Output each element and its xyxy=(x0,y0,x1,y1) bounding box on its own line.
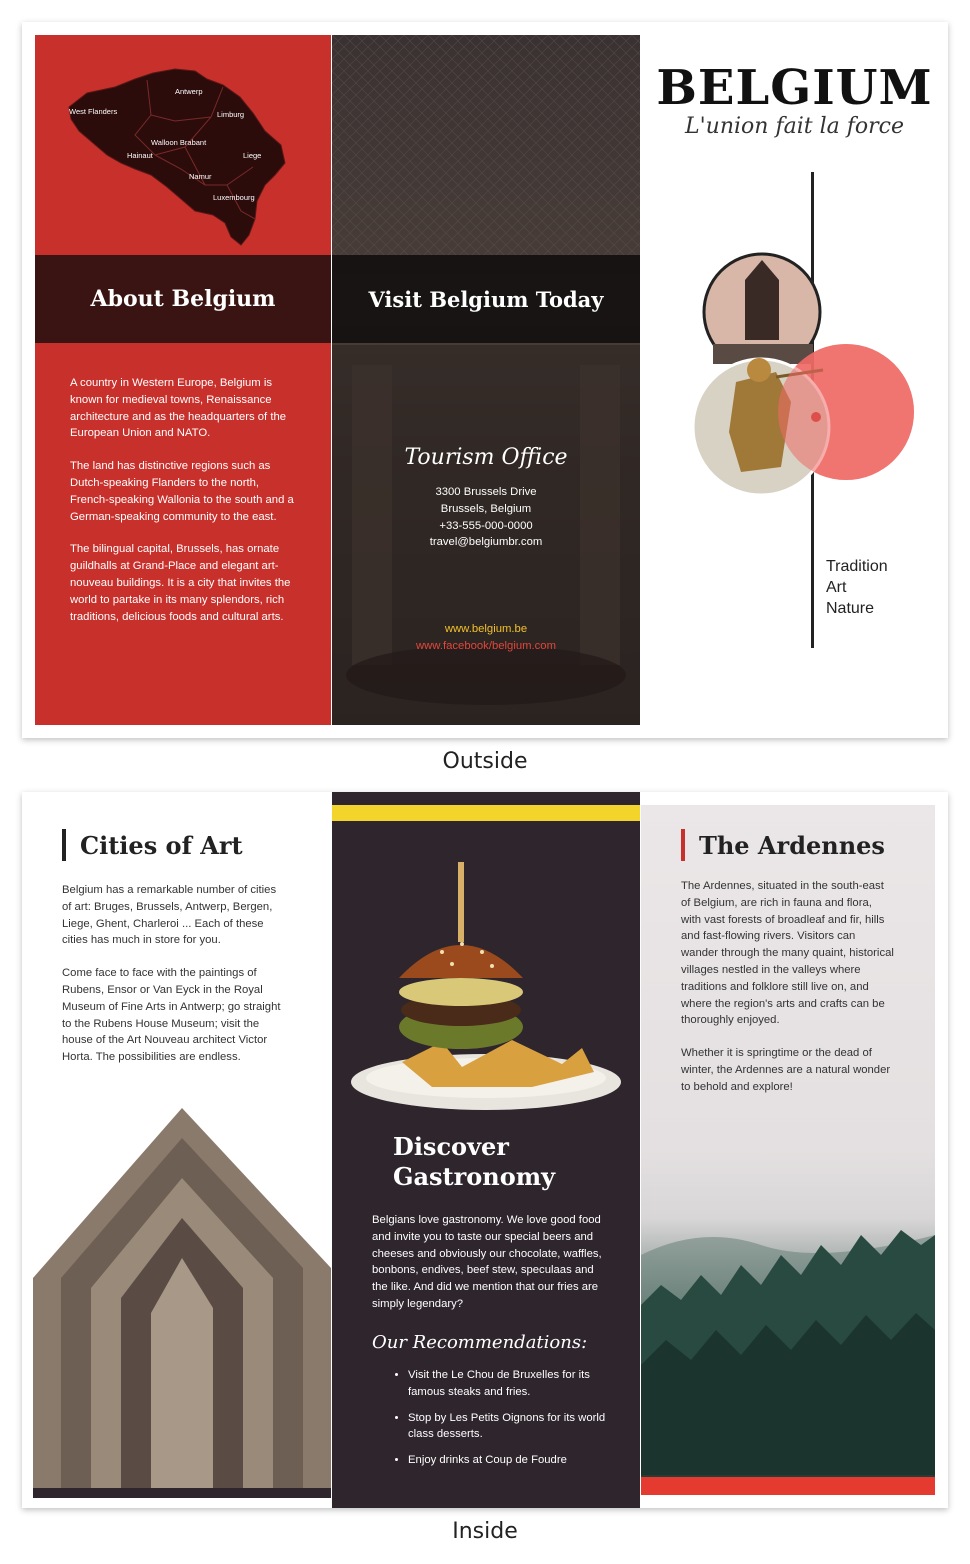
outside-sheet: Antwerp West Flanders Limburg Walloon Br… xyxy=(22,22,948,738)
cities-heading: Cities of Art xyxy=(62,829,243,861)
circle-collage xyxy=(691,252,914,497)
map-label-luxembourg: Luxembourg xyxy=(213,193,255,202)
map-label-walloon-brabant: Walloon Brabant xyxy=(151,138,207,147)
yellow-band xyxy=(332,805,640,821)
keyword: Art xyxy=(826,579,847,596)
ardennes-title: The Ardennes xyxy=(699,830,885,860)
facebook-link[interactable]: www.facebook/belgium.com xyxy=(332,640,640,652)
recommendations-list: Visit the Le Chou de Bruxelles for its f… xyxy=(390,1367,608,1478)
cities-text: Belgium has a remarkable number of citie… xyxy=(62,882,288,1082)
map-label-limburg: Limburg xyxy=(217,110,244,119)
gastronomy-title-line2: Gastronomy xyxy=(393,1162,556,1191)
cover-motto: L'union fait la force xyxy=(685,114,904,139)
forest-photo xyxy=(641,1230,935,1475)
ardennes-paragraph: Whether it is springtime or the dead of … xyxy=(681,1047,891,1093)
recommendation-item: Enjoy drinks at Coup de Foudre xyxy=(408,1452,608,1469)
gastronomy-text: Belgians love gastronomy. We love good f… xyxy=(372,1214,602,1310)
tourism-office: Tourism Office 3300 Brussels Drive Bruss… xyxy=(332,445,640,551)
map-label-hainaut: Hainaut xyxy=(127,151,154,160)
cities-paragraph: Belgium has a remarkable number of citie… xyxy=(62,884,277,947)
cities-panel: Cities of Art Belgium has a remarkable n… xyxy=(22,792,331,1508)
visit-title: Visit Belgium Today xyxy=(368,286,604,312)
outside-caption: Outside xyxy=(442,749,528,774)
address-line: Brussels, Belgium xyxy=(440,502,532,515)
ardennes-text: The Ardennes, situated in the south-east… xyxy=(681,878,895,1112)
email-address[interactable]: travel@belgiumbr.com xyxy=(332,534,640,551)
about-panel: Antwerp West Flanders Limburg Walloon Br… xyxy=(35,35,331,725)
map-label-namur: Namur xyxy=(189,172,212,181)
about-paragraph: The bilingual capital, Brussels, has orn… xyxy=(70,543,291,623)
ardennes-heading: The Ardennes xyxy=(681,829,885,861)
cities-title: Cities of Art xyxy=(80,830,243,860)
phone-number: +33-555-000-0000 xyxy=(439,519,533,532)
visit-title-band: Visit Belgium Today xyxy=(332,255,640,343)
heading-bar xyxy=(62,829,66,861)
about-paragraph: The land has distinctive regions such as… xyxy=(70,460,294,523)
recommendation-item: Stop by Les Petits Oignons for its world… xyxy=(408,1410,608,1444)
inside-caption: Inside xyxy=(452,1519,518,1544)
inside-sheet: Cities of Art Belgium has a remarkable n… xyxy=(22,792,948,1508)
map-label-liege: Liege xyxy=(243,151,261,160)
cities-paragraph: Come face to face with the paintings of … xyxy=(62,967,281,1064)
belgium-map: Antwerp West Flanders Limburg Walloon Br… xyxy=(68,68,286,246)
cover-panel: BELGIUM L'union fait la force Tradition … xyxy=(641,22,948,738)
recommendations-heading: Our Recommendations: xyxy=(372,1332,588,1353)
gallery-photo xyxy=(332,35,640,725)
keyword: Tradition xyxy=(826,558,888,575)
about-title-band: About Belgium xyxy=(35,255,331,343)
ardennes-panel: The Ardennes The Ardennes, situated in t… xyxy=(641,805,935,1495)
tourism-office-heading: Tourism Office xyxy=(404,445,568,470)
cover-keywords: Tradition Art Nature xyxy=(826,556,888,619)
address-line: 3300 Brussels Drive xyxy=(435,486,537,498)
burger-photo xyxy=(351,862,621,1110)
visit-panel: Visit Belgium Today Tourism Office 3300 … xyxy=(332,35,640,725)
ardennes-paragraph: The Ardennes, situated in the south-east… xyxy=(681,880,894,1027)
about-title: About Belgium xyxy=(90,286,276,312)
map-label-west-flanders: West Flanders xyxy=(69,107,117,116)
heading-bar xyxy=(681,829,685,861)
cover-title: BELGIUM xyxy=(656,60,933,116)
gastronomy-title-line1: Discover xyxy=(393,1132,509,1161)
gastronomy-title: Discover Gastronomy xyxy=(393,1132,555,1192)
map-label-antwerp: Antwerp xyxy=(175,87,203,96)
architecture-photo xyxy=(33,1108,331,1498)
about-text: A country in Western Europe, Belgium is … xyxy=(70,375,296,641)
keyword: Nature xyxy=(826,600,875,617)
about-paragraph: A country in Western Europe, Belgium is … xyxy=(70,377,287,440)
red-footer-band xyxy=(641,1477,935,1495)
gastronomy-panel: Discover Gastronomy Belgians love gastro… xyxy=(332,792,640,1508)
website-link[interactable]: www.belgium.be xyxy=(332,623,640,635)
recommendation-item: Visit the Le Chou de Bruxelles for its f… xyxy=(408,1367,608,1401)
